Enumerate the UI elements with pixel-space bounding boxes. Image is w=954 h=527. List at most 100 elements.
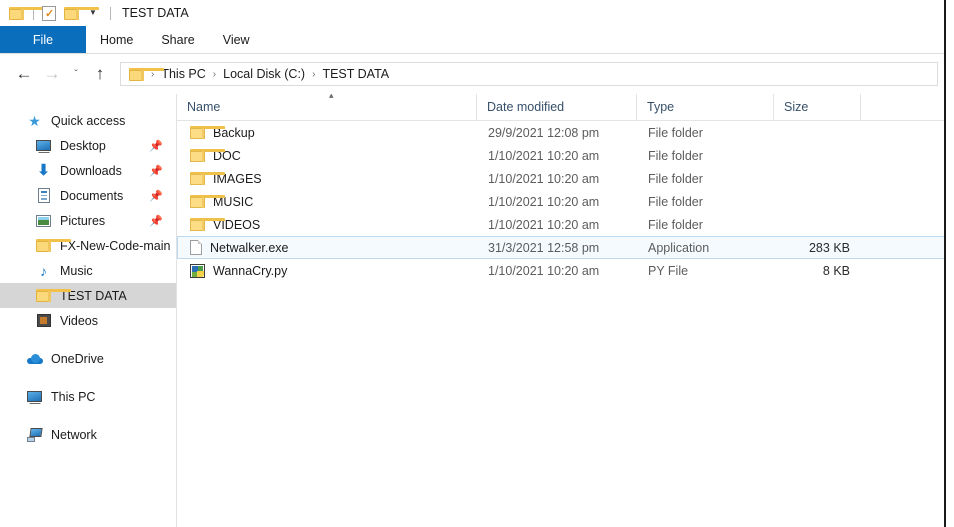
cloud-icon [26, 350, 43, 367]
folder-icon [190, 126, 205, 140]
column-header-name[interactable]: Name [177, 94, 477, 120]
table-row[interactable]: DOC 1/10/2021 10:20 am File folder [177, 144, 946, 167]
downloads-icon: ⬇ [35, 162, 52, 179]
file-type: PY File [638, 264, 775, 278]
breadcrumb[interactable]: › This PC › Local Disk (C:) › TEST DATA [120, 62, 938, 86]
table-row-selected[interactable]: Netwalker.exe 31/3/2021 12:58 pm Applica… [177, 236, 946, 259]
sidebar-spacer-2 [0, 371, 176, 384]
sidebar-item-videos[interactable]: Videos [0, 308, 176, 333]
folder-icon [35, 287, 52, 304]
sidebar-item-quick-access[interactable]: ★ Quick access [0, 108, 176, 133]
sidebar-item-label: Pictures [60, 214, 105, 228]
pin-icon[interactable]: 📌 [149, 189, 163, 202]
file-size: 8 KB [775, 264, 862, 278]
desktop-icon [35, 137, 52, 154]
address-bar: ← → ˇ ↑ › This PC › Local Disk (C:) › TE… [0, 54, 946, 94]
sidebar-item-label: Desktop [60, 139, 106, 153]
file-type: File folder [638, 149, 775, 163]
sidebar-item-this-pc[interactable]: This PC [0, 384, 176, 409]
file-date-modified: 1/10/2021 10:20 am [478, 218, 638, 232]
folder-icon [190, 195, 205, 209]
file-type: File folder [638, 218, 775, 232]
column-header-type[interactable]: Type [637, 94, 774, 120]
pin-icon[interactable]: 📌 [149, 139, 163, 152]
file-type: File folder [638, 172, 775, 186]
new-folder-icon[interactable] [61, 3, 81, 23]
title-bar: ✓ ▼ TEST DATA [0, 0, 946, 26]
folder-icon [35, 237, 52, 254]
sidebar-item-label: Downloads [60, 164, 122, 178]
forward-button[interactable]: → [38, 60, 66, 88]
breadcrumb-separator-2: › [312, 69, 315, 80]
table-row[interactable]: Backup 29/9/2021 12:08 pm File folder [177, 121, 946, 144]
properties-checkmark-icon[interactable]: ✓ [39, 3, 59, 23]
ribbon-tabs: File Home Share View [0, 26, 946, 54]
tab-share[interactable]: Share [147, 26, 208, 53]
file-date-modified: 1/10/2021 10:20 am [478, 264, 638, 278]
sidebar-item-label: This PC [51, 390, 95, 404]
sidebar-item-music[interactable]: ♪ Music [0, 258, 176, 283]
up-button[interactable]: ↑ [86, 60, 114, 88]
folder-icon [190, 172, 205, 186]
column-header-size[interactable]: Size [774, 94, 861, 120]
videos-icon [35, 312, 52, 329]
table-row[interactable]: VIDEOS 1/10/2021 10:20 am File folder [177, 213, 946, 236]
file-type: File folder [638, 126, 775, 140]
qat-divider-2 [110, 7, 111, 20]
file-size: 283 KB [775, 241, 862, 255]
file-name: WannaCry.py [213, 264, 287, 278]
star-icon: ★ [26, 112, 43, 129]
pictures-icon [35, 212, 52, 229]
sidebar-item-test-data[interactable]: TEST DATA [0, 283, 176, 308]
file-date-modified: 1/10/2021 10:20 am [478, 149, 638, 163]
pin-icon[interactable]: 📌 [149, 214, 163, 227]
pin-icon[interactable]: 📌 [149, 164, 163, 177]
breadcrumb-item-test-data[interactable]: TEST DATA [322, 67, 389, 81]
system-menu-folder-icon[interactable] [6, 3, 26, 23]
file-type: Application [638, 241, 775, 255]
sidebar-item-label: OneDrive [51, 352, 104, 366]
file-name: Netwalker.exe [210, 241, 289, 255]
file-date-modified: 1/10/2021 10:20 am [478, 172, 638, 186]
this-pc-icon [26, 388, 43, 405]
file-date-modified: 1/10/2021 10:20 am [478, 195, 638, 209]
sidebar-item-network[interactable]: Network [0, 422, 176, 447]
sidebar-item-label: FX-New-Code-main [60, 239, 170, 253]
sidebar-item-pictures[interactable]: Pictures 📌 [0, 208, 176, 233]
music-icon: ♪ [35, 262, 52, 279]
sidebar-item-documents[interactable]: Documents 📌 [0, 183, 176, 208]
explorer-window: ✓ ▼ TEST DATA File Home Share View ← → ˇ… [0, 0, 946, 527]
file-date-modified: 29/9/2021 12:08 pm [478, 126, 638, 140]
tab-file[interactable]: File [0, 26, 86, 53]
folder-icon [190, 218, 205, 232]
recent-locations-button[interactable]: ˇ [66, 60, 86, 88]
file-type: File folder [638, 195, 775, 209]
sidebar-item-onedrive[interactable]: OneDrive [0, 346, 176, 371]
sidebar-spacer-1 [0, 333, 176, 346]
sidebar-item-label: Documents [60, 189, 123, 203]
breadcrumb-item-local-disk[interactable]: Local Disk (C:) [223, 67, 305, 81]
sort-ascending-caret-icon: ▴ [329, 94, 334, 100]
back-button[interactable]: ← [10, 60, 38, 88]
sidebar-spacer-3 [0, 409, 176, 422]
sidebar-item-label: Quick access [51, 114, 125, 128]
sidebar-item-label: Network [51, 428, 97, 442]
table-row[interactable]: IMAGES 1/10/2021 10:20 am File folder [177, 167, 946, 190]
sidebar-item-downloads[interactable]: ⬇ Downloads 📌 [0, 158, 176, 183]
sidebar-item-fx-new-code-main[interactable]: FX-New-Code-main [0, 233, 176, 258]
breadcrumb-folder-icon [129, 68, 144, 81]
sidebar-item-desktop[interactable]: Desktop 📌 [0, 133, 176, 158]
sidebar-item-label: Videos [60, 314, 98, 328]
table-row[interactable]: WannaCry.py 1/10/2021 10:20 am PY File 8… [177, 259, 946, 282]
breadcrumb-item-this-pc[interactable]: This PC [161, 67, 205, 81]
file-date-modified: 31/3/2021 12:58 pm [478, 241, 638, 255]
tab-view[interactable]: View [209, 26, 264, 53]
breadcrumb-separator-1: › [213, 69, 216, 80]
window-title: TEST DATA [122, 6, 189, 20]
column-header-row: Name Date modified Type Size ▴ [177, 94, 946, 121]
tab-home[interactable]: Home [86, 26, 147, 53]
python-file-icon [190, 264, 205, 278]
content-area: ★ Quick access Desktop 📌 ⬇ Downloads 📌 D… [0, 94, 946, 527]
column-header-date-modified[interactable]: Date modified [477, 94, 637, 120]
table-row[interactable]: MUSIC 1/10/2021 10:20 am File folder [177, 190, 946, 213]
